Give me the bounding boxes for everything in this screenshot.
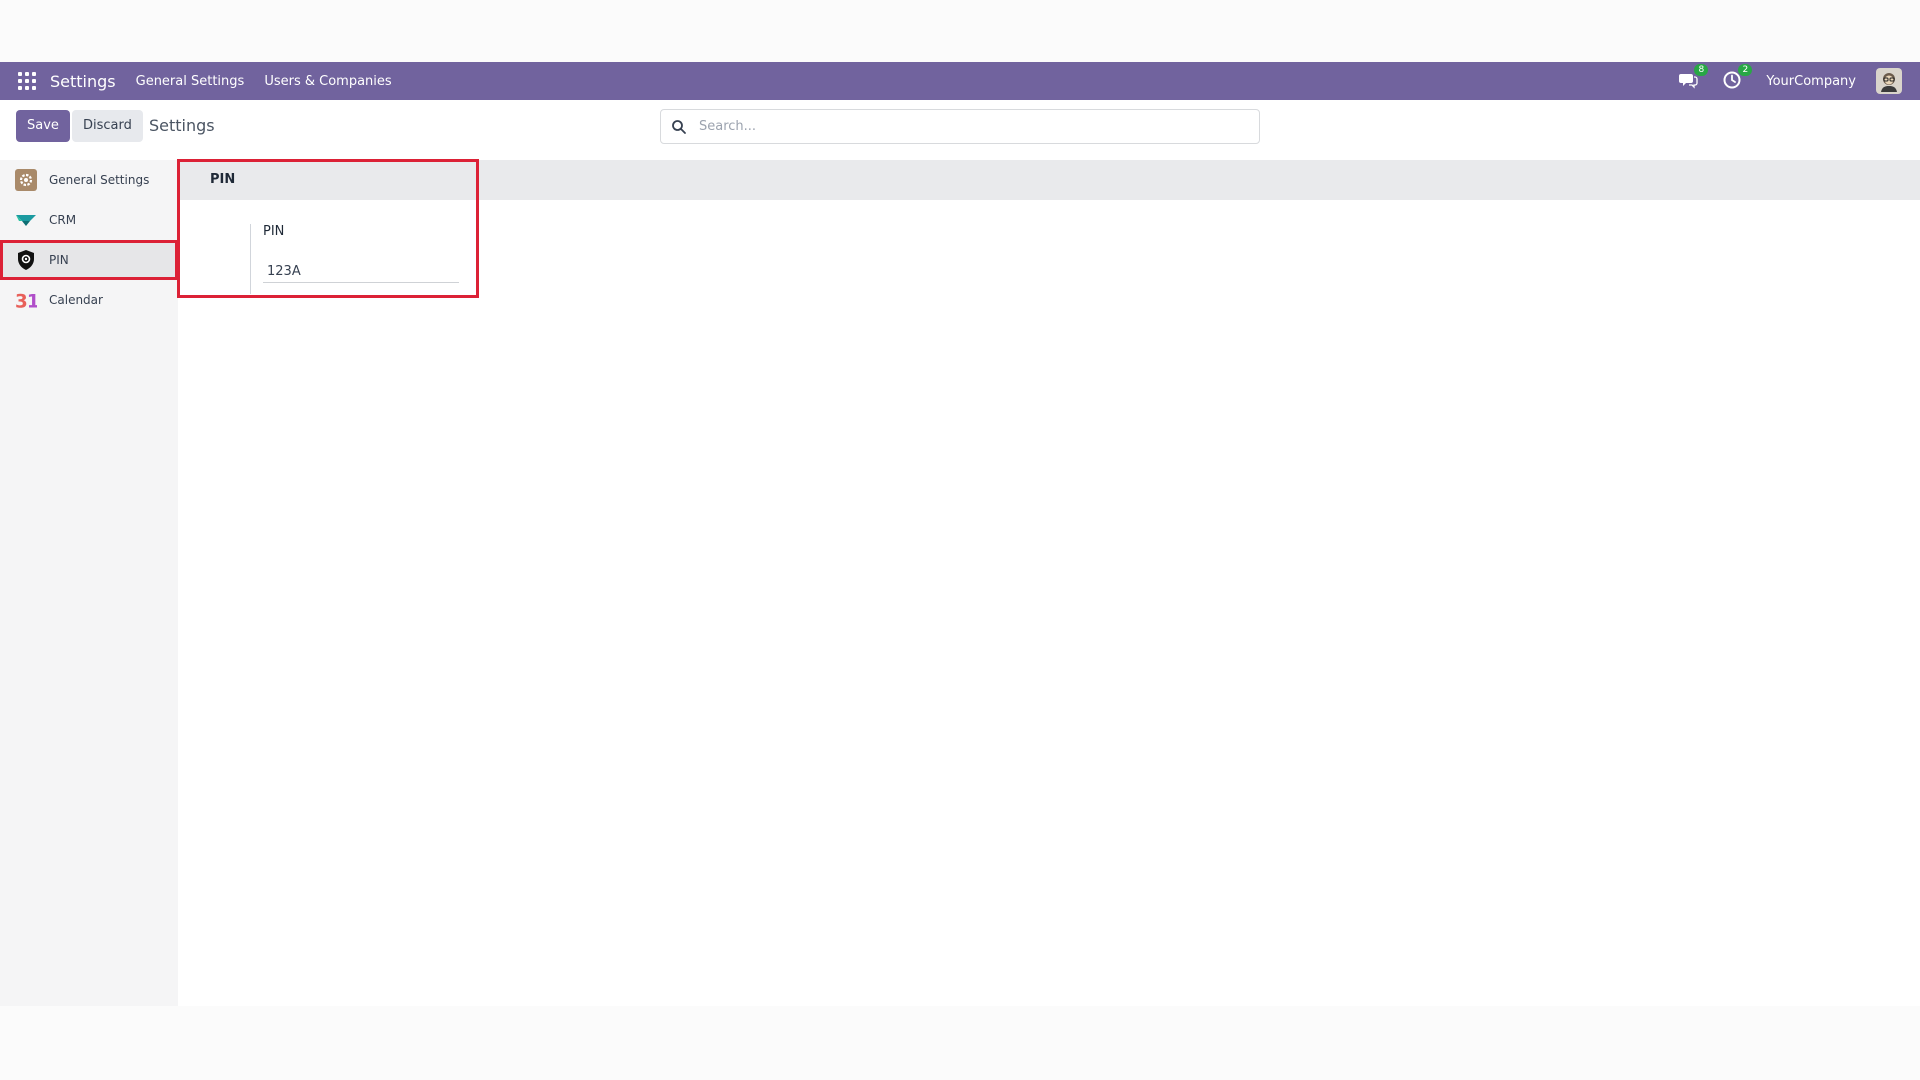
- sidebar-item-label: PIN: [49, 253, 69, 267]
- discard-button[interactable]: Discard: [72, 110, 143, 142]
- company-switcher[interactable]: YourCompany: [1766, 74, 1856, 89]
- svg-text:1: 1: [27, 291, 37, 311]
- app-frame: Settings General Settings Users & Compan…: [0, 62, 1920, 1006]
- settings-sidebar: General Settings CRM PIN 3 Calendar: [0, 160, 179, 1006]
- gear-icon: [15, 169, 37, 191]
- search-bar[interactable]: [660, 109, 1260, 144]
- svg-text:3: 3: [15, 291, 28, 311]
- shield-icon: [15, 249, 37, 271]
- user-avatar[interactable]: [1876, 68, 1902, 94]
- sidebar-item-pin[interactable]: PIN: [0, 240, 178, 280]
- crm-icon: [15, 209, 37, 231]
- calendar-icon: 3 1: [15, 289, 37, 311]
- search-input[interactable]: [697, 118, 1241, 135]
- activities-button[interactable]: 2: [1722, 64, 1753, 92]
- pin-field-label: PIN: [263, 224, 285, 239]
- control-panel: Save Discard Settings: [0, 100, 1920, 161]
- menu-users-companies[interactable]: Users & Companies: [264, 74, 391, 89]
- sidebar-item-label: CRM: [49, 213, 77, 227]
- breadcrumb: Settings: [149, 116, 215, 135]
- sidebar-item-crm[interactable]: CRM: [0, 200, 178, 240]
- app-menu-icon[interactable]: [18, 72, 36, 90]
- app-name[interactable]: Settings: [50, 72, 116, 91]
- activities-badge: 2: [1738, 64, 1753, 76]
- settings-content: PIN PIN: [178, 160, 1920, 1006]
- sidebar-item-general-settings[interactable]: General Settings: [0, 160, 178, 200]
- messages-button[interactable]: 8: [1678, 64, 1709, 92]
- sidebar-item-calendar[interactable]: 3 1 Calendar: [0, 280, 178, 320]
- pin-input[interactable]: [263, 260, 459, 283]
- top-navbar: Settings General Settings Users & Compan…: [0, 62, 1920, 100]
- section-header: PIN: [178, 160, 1920, 200]
- menu-general-settings[interactable]: General Settings: [136, 74, 245, 89]
- sidebar-item-label: General Settings: [49, 173, 150, 187]
- avatar-icon: [1881, 73, 1897, 92]
- save-button[interactable]: Save: [16, 110, 70, 142]
- messages-badge: 8: [1694, 64, 1709, 76]
- sidebar-item-label: Calendar: [49, 293, 103, 307]
- setting-divider: [250, 224, 251, 294]
- section-title: PIN: [210, 172, 236, 187]
- search-icon: [672, 119, 686, 134]
